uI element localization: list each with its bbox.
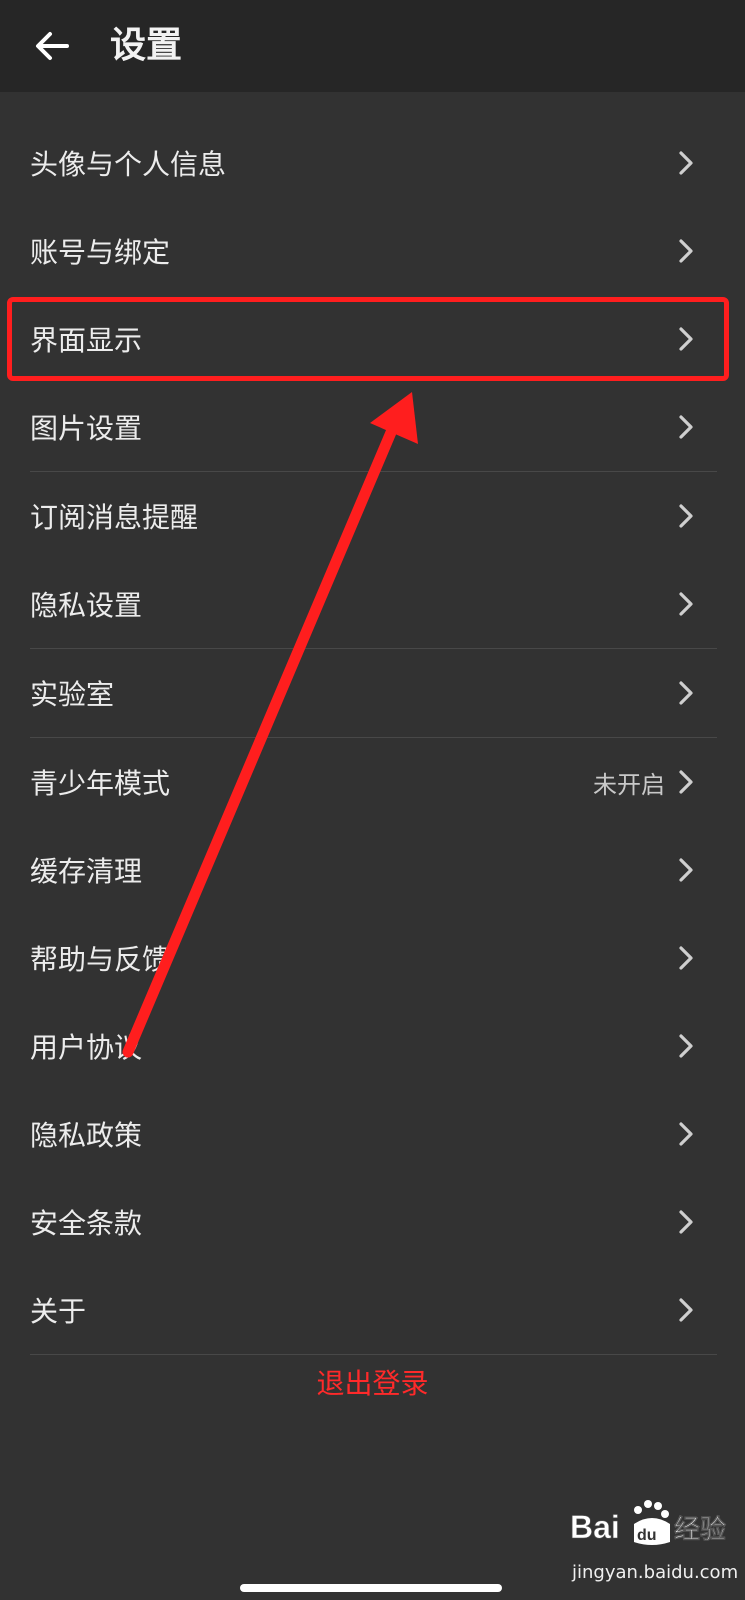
chevron-right-icon — [675, 679, 697, 707]
chevron-right-icon — [675, 590, 697, 618]
chevron-right-icon — [675, 1208, 697, 1236]
settings-item-privacy-settings[interactable]: 隐私设置 — [0, 560, 745, 648]
chevron-right-icon — [675, 1120, 697, 1148]
settings-item-account-binding[interactable]: 账号与绑定 — [0, 207, 745, 295]
settings-item-cache-clear[interactable]: 缓存清理 — [0, 826, 745, 914]
teen-mode-status: 未开启 — [593, 770, 665, 799]
top-app-bar: 设置 — [0, 0, 745, 92]
svg-text:经验: 经验 — [674, 1514, 726, 1545]
settings-item-about[interactable]: 关于 — [0, 1266, 745, 1354]
settings-item-label: 头像与个人信息 — [30, 148, 227, 181]
logout-button[interactable]: 退出登录 — [0, 1362, 745, 1402]
settings-item-label: 缓存清理 — [30, 855, 143, 888]
watermark-site: jingyan.baidu.com — [572, 1562, 739, 1583]
settings-item-label: 图片设置 — [30, 412, 143, 445]
page-title: 设置 — [110, 25, 183, 66]
baidu-logo-icon: Bai du 经验 — [570, 1500, 726, 1545]
home-indicator[interactable] — [240, 1584, 502, 1592]
settings-item-help-feedback[interactable]: 帮助与反馈 — [0, 914, 745, 1002]
settings-item-label: 安全条款 — [30, 1207, 143, 1240]
settings-item-image[interactable]: 图片设置 — [0, 383, 745, 471]
settings-item-user-agreement[interactable]: 用户协议 — [0, 1002, 745, 1090]
baidu-jingyan-watermark: Bai du 经验 jingyan.baidu.com — [568, 1498, 738, 1594]
chevron-right-icon — [675, 237, 697, 265]
chevron-right-icon — [675, 944, 697, 972]
settings-item-subscription-notifications[interactable]: 订阅消息提醒 — [0, 472, 745, 560]
settings-item-label: 用户协议 — [30, 1031, 143, 1064]
settings-item-label: 隐私设置 — [30, 589, 143, 622]
settings-item-label: 订阅消息提醒 — [30, 501, 199, 534]
settings-item-label: 账号与绑定 — [30, 236, 171, 269]
chevron-right-icon — [675, 413, 697, 441]
settings-item-privacy-policy[interactable]: 隐私政策 — [0, 1090, 745, 1178]
chevron-right-icon — [675, 1032, 697, 1060]
settings-item-lab[interactable]: 实验室 — [0, 649, 745, 737]
settings-item-avatar-profile[interactable]: 头像与个人信息 — [0, 119, 745, 207]
chevron-right-icon — [675, 768, 697, 796]
chevron-right-icon — [675, 502, 697, 530]
svg-text:du: du — [637, 1527, 657, 1544]
divider — [30, 1354, 717, 1355]
settings-item-security-terms[interactable]: 安全条款 — [0, 1178, 745, 1266]
settings-item-label: 关于 — [30, 1295, 87, 1328]
svg-text:Bai: Bai — [570, 1509, 620, 1545]
settings-item-label: 帮助与反馈 — [30, 943, 171, 976]
chevron-right-icon — [675, 1296, 697, 1324]
settings-item-label: 隐私政策 — [30, 1119, 143, 1152]
arrow-left-icon — [36, 32, 69, 60]
settings-item-label: 青少年模式 — [30, 767, 171, 800]
back-button[interactable] — [28, 22, 76, 70]
settings-item-teen-mode[interactable]: 青少年模式 未开启 — [0, 738, 745, 826]
chevron-right-icon — [675, 149, 697, 177]
annotation-highlight-box — [7, 297, 729, 381]
settings-item-label: 实验室 — [30, 678, 115, 711]
chevron-right-icon — [675, 856, 697, 884]
